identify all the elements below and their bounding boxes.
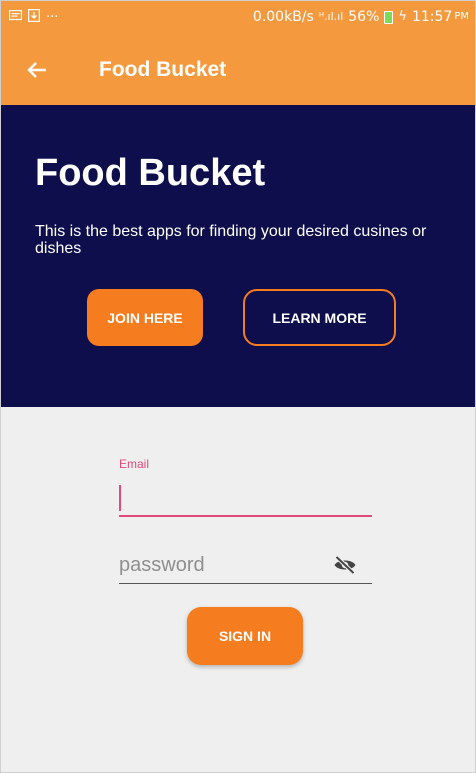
email-label: Email — [119, 457, 150, 471]
battery-percent: 56% — [348, 9, 380, 25]
login-form: Email password SIGN IN — [1, 407, 475, 772]
more-icon: ··· — [46, 10, 59, 25]
app-toolbar: Food Bucket — [1, 35, 475, 105]
message-icon — [8, 9, 23, 27]
hero-title: Food Bucket — [35, 152, 266, 194]
status-notification-icons: ··· — [8, 9, 59, 27]
toolbar-title: Food Bucket — [99, 58, 227, 81]
join-here-button[interactable]: JOIN HERE — [87, 289, 203, 346]
hero-subtitle: This is the best apps for finding your d… — [35, 223, 427, 257]
password-visibility-toggle[interactable] — [332, 553, 358, 577]
battery-icon — [384, 10, 394, 24]
download-icon — [28, 9, 41, 27]
back-button[interactable] — [23, 56, 51, 84]
clock-suffix: PM — [454, 11, 469, 22]
password-placeholder: password — [119, 554, 205, 576]
arrow-left-icon — [27, 62, 46, 78]
status-bar: ··· 0.00kB/s ᴴ.ıl.ıl 56% ϟ 11:57 PM — [1, 1, 475, 35]
text-caret — [119, 485, 121, 511]
charging-icon: ϟ — [398, 9, 407, 24]
eye-off-icon — [334, 555, 356, 575]
status-system-info: 0.00kB/s ᴴ.ıl.ıl 56% ϟ 11:57 PM — [253, 8, 469, 26]
signal-icon: ᴴ.ıl.ıl — [318, 10, 344, 23]
app-screen: ··· 0.00kB/s ᴴ.ıl.ıl 56% ϟ 11:57 PM Food… — [0, 0, 476, 773]
hero-banner: Food Bucket This is the best apps for fi… — [1, 105, 475, 407]
email-field[interactable] — [119, 479, 372, 517]
network-speed: 0.00kB/s — [252, 9, 314, 25]
password-field[interactable]: password — [119, 547, 372, 584]
learn-more-button[interactable]: LEARN MORE — [243, 289, 396, 346]
clock-time: 11:57 — [411, 9, 453, 25]
sign-in-button[interactable]: SIGN IN — [187, 607, 303, 665]
